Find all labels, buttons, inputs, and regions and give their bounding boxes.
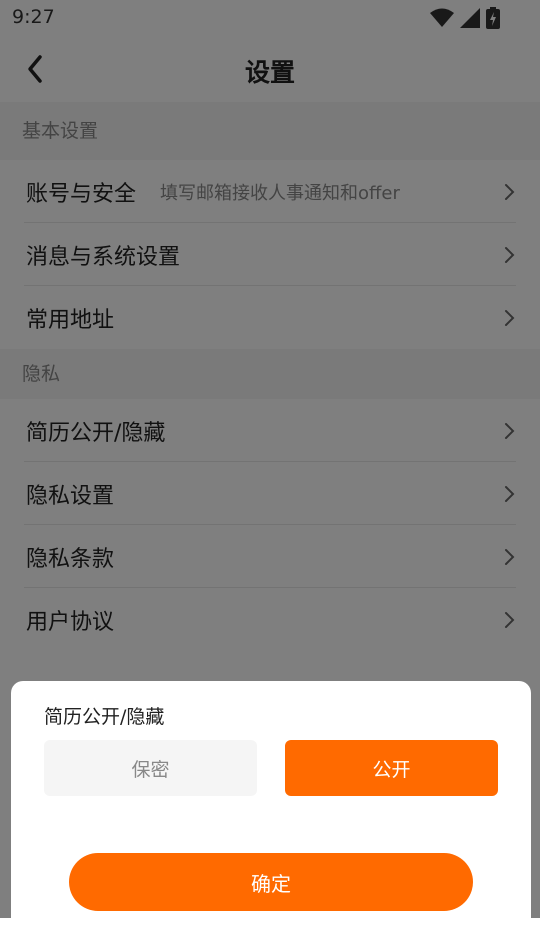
- option-public-button[interactable]: 公开: [285, 740, 498, 796]
- confirm-button[interactable]: 确定: [69, 853, 473, 911]
- bottom-sheet: 简历公开/隐藏 保密 公开 确定: [11, 681, 531, 941]
- sheet-title: 简历公开/隐藏: [44, 706, 165, 728]
- option-private-button[interactable]: 保密: [44, 740, 257, 796]
